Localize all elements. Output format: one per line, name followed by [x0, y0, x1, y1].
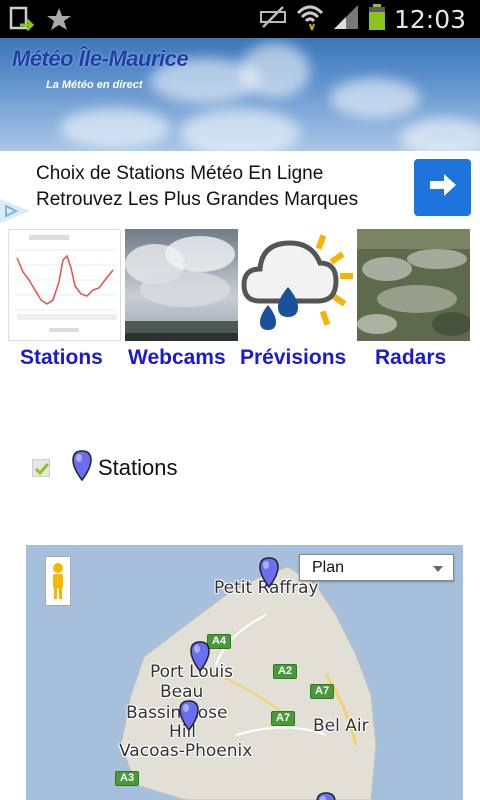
map-type-value: Plan	[312, 559, 345, 576]
road-shield-a7: A7	[310, 684, 335, 699]
category-stations-link[interactable]: Stations	[20, 346, 103, 370]
site-title: Météo Île-Maurice	[12, 46, 189, 71]
weather-forecast-icon[interactable]	[240, 229, 353, 341]
station-marker[interactable]	[316, 792, 336, 800]
station-chart-thumbnail[interactable]	[8, 229, 121, 341]
signal-icon	[332, 3, 360, 36]
street-view-pegman[interactable]	[45, 556, 71, 606]
map-label-vacoas-phoenix: Vacoas-Phoenix	[119, 741, 253, 761]
road-shield-a4: A4	[207, 634, 232, 649]
map-pin-icon	[72, 449, 92, 487]
ad-headline[interactable]: Choix de Stations Météo En Ligne	[36, 163, 323, 185]
site-subtitle: La Météo en direct	[46, 79, 143, 91]
map-label-beau: Beau	[160, 682, 204, 702]
stations-checkbox[interactable]	[32, 459, 50, 477]
mute-icon	[258, 4, 288, 35]
arrow-right-icon	[428, 172, 458, 203]
map-type-select[interactable]: Plan	[299, 554, 454, 581]
status-bar: 12:03	[0, 0, 480, 38]
star-icon	[46, 5, 72, 38]
road-shield-a7-south: A7	[271, 711, 296, 726]
site-header-banner[interactable]: Météo Île-Maurice La Météo en direct	[0, 38, 480, 151]
station-marker[interactable]	[179, 700, 199, 732]
ad-banner[interactable]: Choix de Stations Météo En Ligne Retrouv…	[0, 151, 480, 227]
wifi-icon	[296, 3, 324, 36]
ad-open-button[interactable]	[414, 159, 471, 216]
road-shield-a2: A2	[273, 664, 298, 679]
ad-choices-icon[interactable]	[0, 199, 30, 223]
ad-subline[interactable]: Retrouvez Les Plus Grandes Marques	[36, 189, 358, 211]
stations-map[interactable]: Plan Petit Raffray Port Louis Beau Bassi…	[26, 545, 463, 800]
chevron-down-icon	[433, 566, 443, 572]
category-previsions-link[interactable]: Prévisions	[240, 346, 346, 370]
screenshot-icon	[8, 5, 35, 38]
map-label-bel-air: Bel Air	[313, 716, 369, 736]
stations-layer-label: Stations	[98, 455, 178, 480]
category-radars-link[interactable]: Radars	[375, 346, 446, 370]
clouds-photo-thumbnail[interactable]	[125, 229, 238, 341]
road-shield-a3: A3	[115, 771, 140, 786]
clock: 12:03	[393, 5, 466, 34]
map-label-bassin-rose: Bassin Rose	[126, 703, 228, 723]
station-marker[interactable]	[259, 557, 279, 589]
category-webcams-link[interactable]: Webcams	[128, 346, 226, 370]
battery-icon	[368, 3, 386, 36]
station-marker[interactable]	[190, 641, 210, 673]
stations-layer-toggle[interactable]: Stations	[32, 448, 178, 488]
category-menu: Stations Webcams Prévisions Radars	[0, 227, 480, 377]
satellite-image-thumbnail[interactable]	[357, 229, 470, 341]
